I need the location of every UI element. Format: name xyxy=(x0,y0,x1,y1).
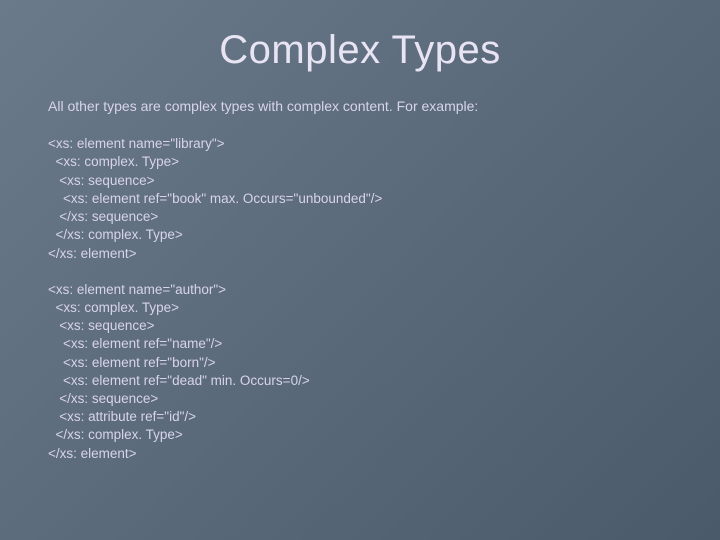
code-block-author: <xs: element name="author"> <xs: complex… xyxy=(48,281,672,463)
slide-title: Complex Types xyxy=(48,28,672,73)
slide-container: Complex Types All other types are comple… xyxy=(0,0,720,540)
code-block-library: <xs: element name="library"> <xs: comple… xyxy=(48,135,672,263)
intro-text: All other types are complex types with c… xyxy=(48,97,672,115)
